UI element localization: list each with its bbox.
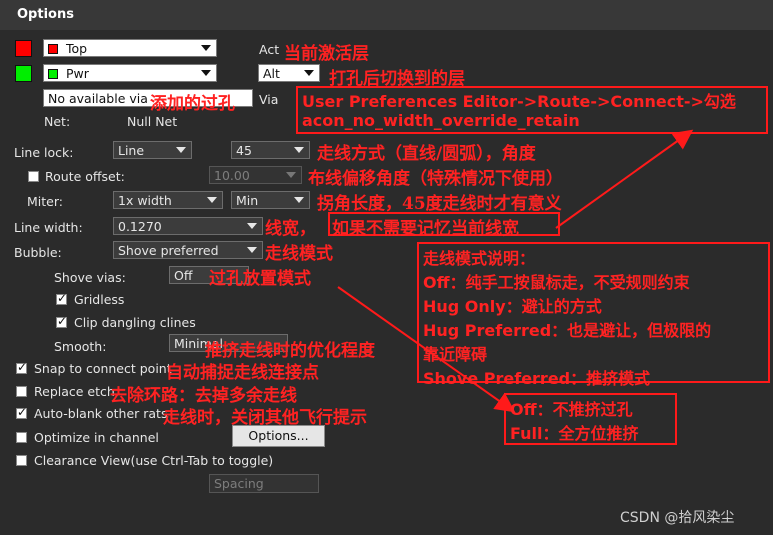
routing-mode-hug-preferred: Hug Preferred：也是避让，但极限的 [423,321,712,340]
annotation-act: 当前激活层 [284,44,369,64]
routing-modes-title: 走线模式说明： [423,249,536,268]
routing-mode-off: Off：纯手工按鼠标走，不受规则约束 [423,273,690,292]
annotation-miter: 拐角长度，45度走线时才有意义 [317,194,562,214]
annotation-shove-vias: 过孔放置模式 [209,269,311,289]
via-mode-off: Off：不推挤过孔 [510,400,633,419]
annotation-route-offset: 布线偏移角度（特殊情况下使用） [308,169,563,189]
routing-mode-shove: Shove Preferred：推挤模式 [423,369,651,388]
preference-note-line1: User Preferences Editor->Route->Connect-… [302,92,736,111]
annotation-bubble: 走线模式 [265,244,333,264]
pref-arrow [555,129,694,229]
watermark: CSDN @拾风染尘 [620,510,735,526]
annotation-line-width: 线宽， [265,219,316,239]
annotation-auto-blank: 走线时，关闭其他飞行提示 [163,408,367,428]
annotation-line-width-note: 如果不需要记忆当前线宽 [332,219,519,239]
routing-mode-hug-only: Hug Only：避让的方式 [423,297,602,316]
annotation-line-lock: 走线方式（直线/圆弧），角度 [317,144,536,164]
preference-note-line2: acon_no_width_override_retain [302,111,580,130]
annotation-via: 添加的过孔 [150,94,235,114]
via-mode-full: Full：全方位推挤 [510,424,639,443]
annotation-snap: 自动捕捉走线连接点 [166,363,319,383]
routing-mode-hug-preferred-cont: 靠近障碍 [423,345,488,364]
